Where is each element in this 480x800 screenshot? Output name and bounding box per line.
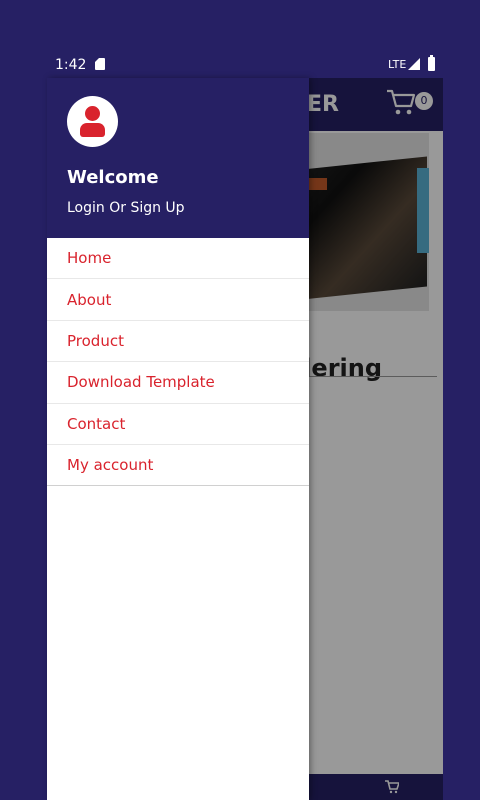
menu-item-home[interactable]: Home — [47, 238, 309, 280]
drawer-header: Welcome Login Or Sign Up — [47, 78, 309, 238]
welcome-title: Welcome — [67, 167, 159, 188]
login-signup-link[interactable]: Login Or Sign Up — [67, 200, 185, 216]
menu-item-about[interactable]: About — [47, 279, 309, 321]
user-avatar-icon[interactable] — [67, 96, 118, 147]
status-time: 1:42 — [55, 57, 87, 73]
menu-item-product[interactable]: Product — [47, 321, 309, 363]
navigation-drawer: Welcome Login Or Sign Up Home About Prod… — [47, 78, 309, 800]
signal-icon — [408, 58, 420, 70]
drawer-menu: Home About Product Download Template Con… — [47, 238, 309, 487]
avatar-head — [85, 106, 100, 121]
network-type: LTE — [388, 58, 407, 71]
menu-item-contact[interactable]: Contact — [47, 404, 309, 445]
battery-icon — [428, 55, 435, 71]
menu-item-download-template[interactable]: Download Template — [47, 362, 309, 404]
avatar-body — [80, 123, 105, 137]
status-bar: 1:42 LTE — [47, 52, 443, 78]
sd-card-icon — [95, 58, 105, 70]
menu-item-my-account[interactable]: My account — [47, 445, 309, 487]
